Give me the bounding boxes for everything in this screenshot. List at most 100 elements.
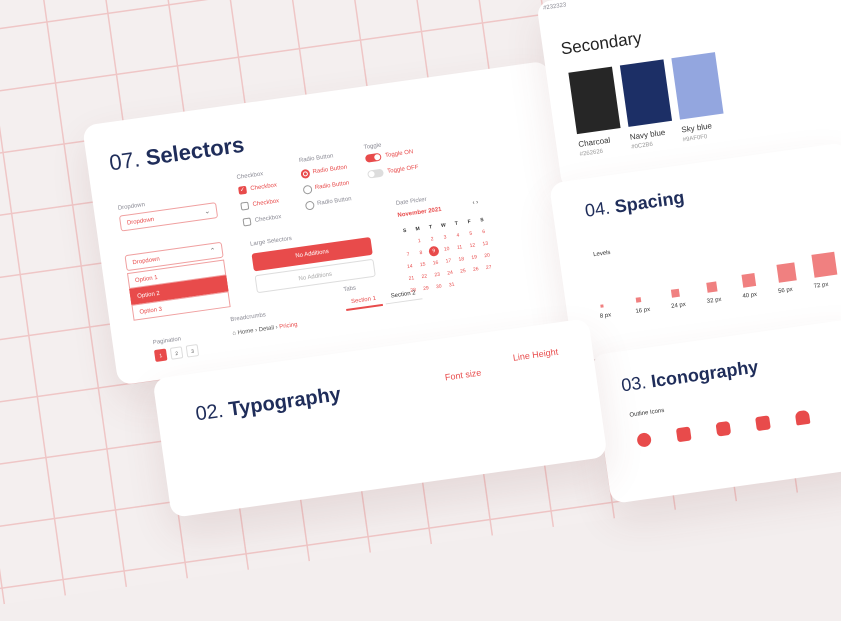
calendar-day[interactable]: 18 (456, 254, 467, 265)
weekday-label: W (440, 222, 447, 229)
line-height-heading: Line Height (512, 346, 559, 363)
spacing-square (776, 262, 797, 283)
page-button[interactable]: 3 (185, 344, 200, 358)
dropdown-label: Dropdown (117, 202, 146, 212)
calendar-day[interactable]: 25 (457, 266, 468, 277)
page-button[interactable]: 2 (169, 346, 184, 360)
swatch-hex: #9AF0F0 (682, 134, 708, 144)
grid-icon (715, 420, 732, 437)
radio-text: Radio Button (312, 164, 348, 176)
large-selectors-label: Large Selectors (249, 235, 293, 248)
spacing-square (706, 281, 718, 293)
selectors-title: 07. Selectors (108, 132, 246, 177)
radio[interactable] (302, 184, 313, 195)
month-label: November 2021 (397, 206, 442, 219)
breadcrumb-item[interactable]: Home (237, 328, 254, 336)
calendar-day[interactable]: 11 (454, 242, 465, 253)
section-number: 02. (194, 399, 225, 426)
spacing-title: 04. Spacing (584, 187, 686, 222)
calendar-icon (755, 415, 771, 432)
calendar-day[interactable]: 13 (480, 238, 491, 249)
swatch-name: Charcoal (577, 135, 611, 149)
section-number: 03. (619, 372, 648, 396)
calendar-day[interactable]: 15 (417, 259, 428, 270)
circle-icon (636, 432, 653, 448)
calendar-day[interactable]: 10 (441, 244, 452, 255)
swatch-row: Charcoal #262626 Navy blue #0C2B6 Sky blue #9… (536, 0, 841, 158)
tab-section-1[interactable]: Section 1 (344, 291, 384, 311)
radio-selected[interactable] (300, 168, 311, 179)
secondary-title: Secondary (559, 28, 643, 59)
weekday-label: T (454, 220, 459, 228)
checkbox-label: Checkbox (236, 171, 264, 181)
checkbox-text: Checkbox (252, 198, 280, 208)
radio-text: Radio Button (314, 180, 350, 192)
checkbox-text: Checkbox (250, 182, 278, 193)
color-swatch (671, 52, 724, 120)
calendar-day-selected[interactable]: 9 (428, 245, 440, 257)
spacing-label: 56 px (777, 286, 794, 295)
calendar-day[interactable]: 1 (414, 236, 425, 247)
section-number: 07. (107, 146, 142, 176)
weekday-label: F (467, 218, 472, 226)
calendar-day[interactable]: 3 (439, 232, 450, 243)
toggle-text: Toggle OFF (387, 164, 419, 175)
radio[interactable] (304, 200, 315, 211)
calendar-day[interactable]: 29 (420, 283, 431, 294)
breadcrumb-item-current[interactable]: Pricing (279, 322, 298, 330)
calendar-day[interactable]: 6 (478, 226, 489, 237)
spacing-square (811, 251, 838, 278)
calendar-day[interactable]: 23 (432, 269, 443, 280)
calendar-day[interactable]: 26 (470, 264, 481, 275)
calendar-day[interactable]: 21 (406, 273, 417, 284)
tabs-label: Tabs (343, 285, 357, 294)
outline-icons-label: Outline Icons (629, 407, 665, 419)
swatch-name: Sky blue (680, 121, 713, 135)
calendar-day[interactable]: 14 (404, 261, 415, 272)
checkbox-text: Checkbox (254, 214, 282, 224)
calendar-day[interactable]: 24 (444, 268, 455, 279)
toggle-text: Toggle ON (384, 149, 414, 160)
radio-text: Radio Button (316, 196, 352, 207)
breadcrumb: ⌂ Home › Detail › Pricing (232, 321, 298, 338)
spacing-label: 16 px (635, 306, 651, 315)
weekday-label: M (415, 226, 421, 233)
breadcrumb-item[interactable]: Detail (258, 325, 274, 333)
swatch-hex: #0C2B6 (630, 141, 654, 151)
toggle-on[interactable] (364, 152, 382, 163)
calendar-day[interactable]: 4 (452, 230, 463, 241)
calendar-day[interactable]: 17 (443, 256, 454, 267)
tab-section-2[interactable]: Section 2 (384, 286, 423, 305)
swatch-hex: #262626 (579, 148, 604, 158)
calendar-day[interactable]: 2 (427, 234, 438, 245)
calendar-day[interactable]: 22 (419, 271, 430, 282)
calendar-day[interactable]: 20 (481, 250, 492, 261)
checkbox-checked[interactable]: ✓ (238, 185, 248, 195)
color-swatch (619, 59, 673, 127)
toggle-label: Toggle (363, 142, 382, 151)
calendar-day[interactable]: 5 (465, 228, 476, 239)
chevron-up-icon: ⌃ (209, 247, 217, 256)
checkbox[interactable] (242, 217, 252, 227)
calendar-day[interactable]: 19 (469, 252, 480, 263)
weekday-label: T (428, 224, 433, 231)
breadcrumbs-label: Breadcrumbs (230, 312, 267, 324)
swatch-name: Navy blue (629, 127, 666, 142)
calendar-day[interactable]: 16 (430, 257, 441, 268)
calendar-day[interactable]: 7 (403, 249, 414, 260)
section-title: Typography (227, 383, 343, 421)
calendar-day[interactable]: 27 (483, 262, 494, 273)
checkbox[interactable] (240, 201, 250, 211)
calendar-day[interactable]: 12 (467, 240, 478, 251)
radio-label: Radio Button (298, 153, 334, 165)
section-title: Selectors (144, 131, 246, 171)
page-button[interactable]: 1 (153, 348, 168, 363)
section-number: 04. (583, 197, 612, 221)
spacing-label: 40 px (742, 291, 758, 300)
spacing-square (670, 289, 680, 298)
toggle-off[interactable] (367, 168, 385, 179)
calendar-day[interactable]: 31 (446, 279, 457, 290)
calendar-day[interactable]: 8 (415, 247, 426, 258)
month-nav-icon[interactable]: ‹ › (472, 200, 478, 207)
calendar-day[interactable]: 30 (433, 281, 444, 292)
